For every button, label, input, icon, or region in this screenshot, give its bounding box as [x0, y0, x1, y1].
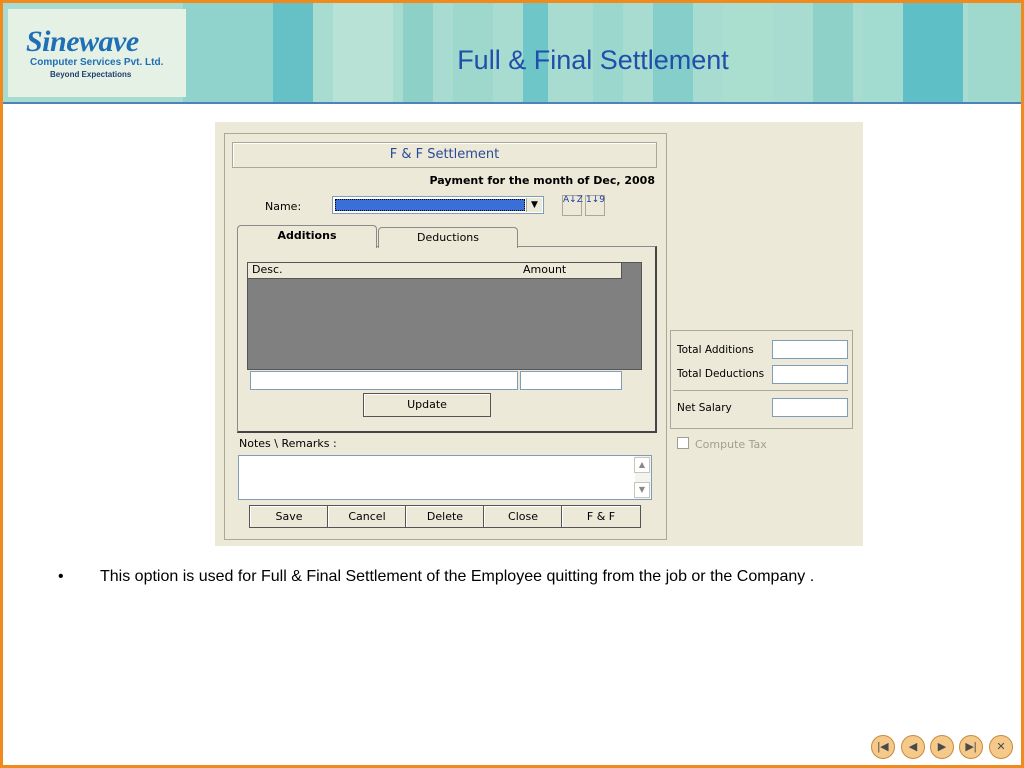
notes-textarea[interactable]: ▲ ▼: [238, 455, 652, 500]
previous-slide-icon[interactable]: ◀: [901, 735, 925, 759]
net-salary-field[interactable]: [772, 398, 848, 417]
ff-settlement-window: F & F Settlement Payment for the month o…: [215, 122, 863, 546]
delete-button[interactable]: Delete: [405, 505, 485, 528]
payment-month-text: Payment for the month of Dec, 2008: [429, 174, 655, 187]
column-header-amount[interactable]: Amount: [520, 263, 622, 279]
bullet-text: This option is used for Full & Final Set…: [100, 568, 815, 585]
net-salary-label: Net Salary: [677, 402, 732, 414]
items-grid[interactable]: Desc. Amount: [247, 262, 642, 370]
next-slide-icon[interactable]: ▶: [930, 735, 954, 759]
slide-title: Full & Final Settlement: [457, 45, 729, 75]
name-dropdown[interactable]: ▼: [332, 196, 544, 214]
sort-alpha-icon[interactable]: A↓Z: [562, 195, 583, 216]
notes-label: Notes \ Remarks :: [239, 437, 337, 450]
tab-deductions[interactable]: Deductions: [378, 227, 518, 248]
logo-tagline: Beyond Expectations: [50, 70, 132, 79]
last-slide-icon[interactable]: ▶|: [959, 735, 983, 759]
amount-input[interactable]: [520, 371, 622, 390]
scroll-up-icon[interactable]: ▲: [634, 457, 650, 473]
total-additions-label: Total Additions: [677, 344, 754, 356]
column-header-desc[interactable]: Desc.: [248, 263, 521, 279]
totals-divider: [673, 390, 848, 391]
total-deductions-label: Total Deductions: [677, 368, 765, 380]
scroll-down-icon[interactable]: ▼: [634, 482, 650, 498]
compute-tax-label: Compute Tax: [695, 438, 767, 451]
total-additions-field[interactable]: [772, 340, 848, 359]
chevron-down-icon[interactable]: ▼: [526, 198, 542, 212]
totals-panel: Total Additions Total Deductions Net Sal…: [670, 330, 853, 429]
action-buttons: Save Cancel Delete Close F & F: [249, 505, 641, 528]
notes-scrollbar[interactable]: ▲ ▼: [634, 456, 651, 499]
close-icon[interactable]: ✕: [989, 735, 1013, 759]
name-label: Name:: [265, 200, 302, 213]
cancel-button[interactable]: Cancel: [327, 505, 407, 528]
compute-tax-checkbox[interactable]: Compute Tax: [677, 437, 767, 451]
grid-empty-area: [248, 279, 618, 368]
tab-additions[interactable]: Additions: [237, 225, 377, 248]
close-button[interactable]: Close: [483, 505, 563, 528]
save-button[interactable]: Save: [249, 505, 329, 528]
logo-name: Sinewave: [26, 25, 139, 58]
update-button[interactable]: Update: [363, 393, 491, 417]
bullet-marker: •: [58, 568, 64, 585]
form-header: F & F Settlement: [232, 142, 657, 168]
checkbox-icon[interactable]: [677, 437, 689, 449]
name-selection: [335, 199, 525, 211]
logo-company: Computer Services Pvt. Ltd.: [30, 57, 164, 68]
total-deductions-field[interactable]: [772, 365, 848, 384]
desc-input[interactable]: [250, 371, 518, 390]
ff-button[interactable]: F & F: [561, 505, 641, 528]
sort-numeric-icon[interactable]: 1↓9: [585, 195, 605, 216]
first-slide-icon[interactable]: |◀: [871, 735, 895, 759]
slide-header: Sinewave Computer Services Pvt. Ltd. Bey…: [3, 3, 1021, 104]
company-logo: Sinewave Computer Services Pvt. Ltd. Bey…: [8, 9, 186, 97]
